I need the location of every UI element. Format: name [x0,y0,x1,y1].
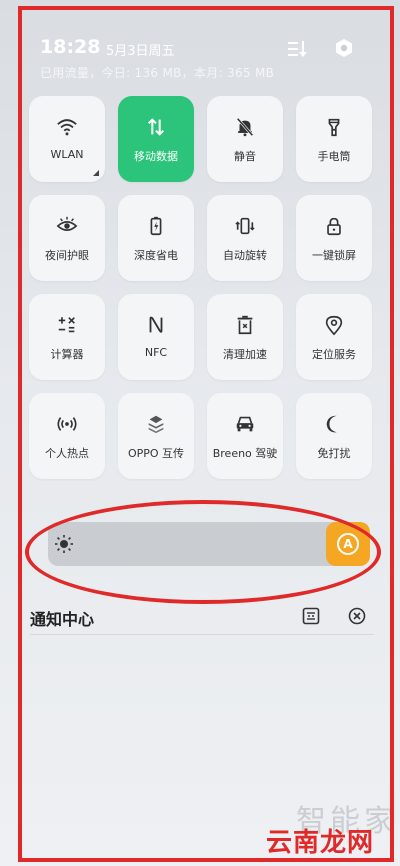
tile-label: 免打扰 [317,447,351,460]
auto-brightness-button[interactable]: A [326,522,370,566]
tile-location[interactable]: 定位服务 [296,294,372,380]
rotate-icon [232,213,258,239]
tile-calculator[interactable]: 计算器 [29,294,105,380]
edit-menu-icon[interactable] [288,40,308,58]
expand-corner-icon [93,170,99,176]
tile-label: 定位服务 [312,348,356,361]
tile-auto-rotate[interactable]: 自动旋转 [207,195,283,281]
tile-label: 自动旋转 [223,249,267,262]
location-icon [321,312,347,338]
tile-label: 深度省电 [134,249,178,262]
tile-oppo-share[interactable]: OPPO 互传 [118,393,194,479]
tile-label: 移动数据 [134,150,178,163]
flashlight-icon [321,114,347,140]
tile-hotspot[interactable]: 个人热点 [29,393,105,479]
tile-label: 静音 [234,150,256,163]
tile-breeno-drive[interactable]: Breeno 驾驶 [207,393,283,479]
settings-gear-icon[interactable] [334,38,354,58]
lock-icon [321,213,347,239]
trash-icon [232,312,258,338]
tile-label: 个人热点 [45,447,89,460]
tile-label: 手电筒 [317,150,351,163]
status-bar: 18:28 5月3日周五 [40,36,370,60]
eye-icon [54,213,80,239]
tile-flashlight[interactable]: 手电筒 [296,96,372,182]
sun-icon [54,534,74,554]
tile-lock-screen[interactable]: 一键锁屏 [296,195,372,281]
notification-manage-icon[interactable] [302,607,320,625]
tile-power-saving[interactable]: 深度省电 [118,195,194,281]
brightness-control: A [30,522,372,568]
brightness-slider[interactable] [48,522,348,566]
calculator-icon [54,312,80,338]
mobile-data-icon [143,114,169,140]
notification-center-title: 通知中心 [30,610,95,629]
tile-label: WLAN [50,148,84,161]
moon-icon [321,411,347,437]
tile-mute[interactable]: 静音 [207,96,283,182]
watermark-brand: 云南龙网 [266,828,375,858]
share-icon [143,411,169,437]
tile-nfc[interactable]: NFC [118,294,194,380]
clock: 18:28 [40,36,101,58]
tile-label: 计算器 [50,348,84,361]
bell-off-icon [232,114,258,140]
wifi-icon [54,114,80,140]
tile-label: OPPO 互传 [127,447,185,460]
auto-brightness-icon: A [337,533,359,555]
tile-label: 夜间护眼 [45,249,89,262]
clear-all-icon[interactable] [348,607,366,625]
tile-cleanup[interactable]: 清理加速 [207,294,283,380]
divider [30,634,374,635]
tile-night-mode[interactable]: 夜间护眼 [29,195,105,281]
nfc-icon [143,312,169,338]
hotspot-icon [54,411,80,437]
tile-wlan[interactable]: WLAN [29,96,105,182]
tile-mobile-data[interactable]: 移动数据 [118,96,194,182]
car-icon [232,411,258,437]
data-usage-text: 已用流量，今日: 136 MB，本月: 365 MB [40,66,275,80]
tile-label: 清理加速 [223,348,267,361]
quick-settings-grid: WLAN 移动数据 静音 手电筒 夜间护眼 深度省电 自动旋转 一键锁屏 计算器… [29,96,372,479]
tile-do-not-disturb[interactable]: 免打扰 [296,393,372,479]
tile-label: 一键锁屏 [312,249,356,262]
tile-label: Breeno 驾驶 [212,447,278,460]
date: 5月3日周五 [106,44,175,59]
battery-icon [143,213,169,239]
tile-label: NFC [144,346,168,359]
